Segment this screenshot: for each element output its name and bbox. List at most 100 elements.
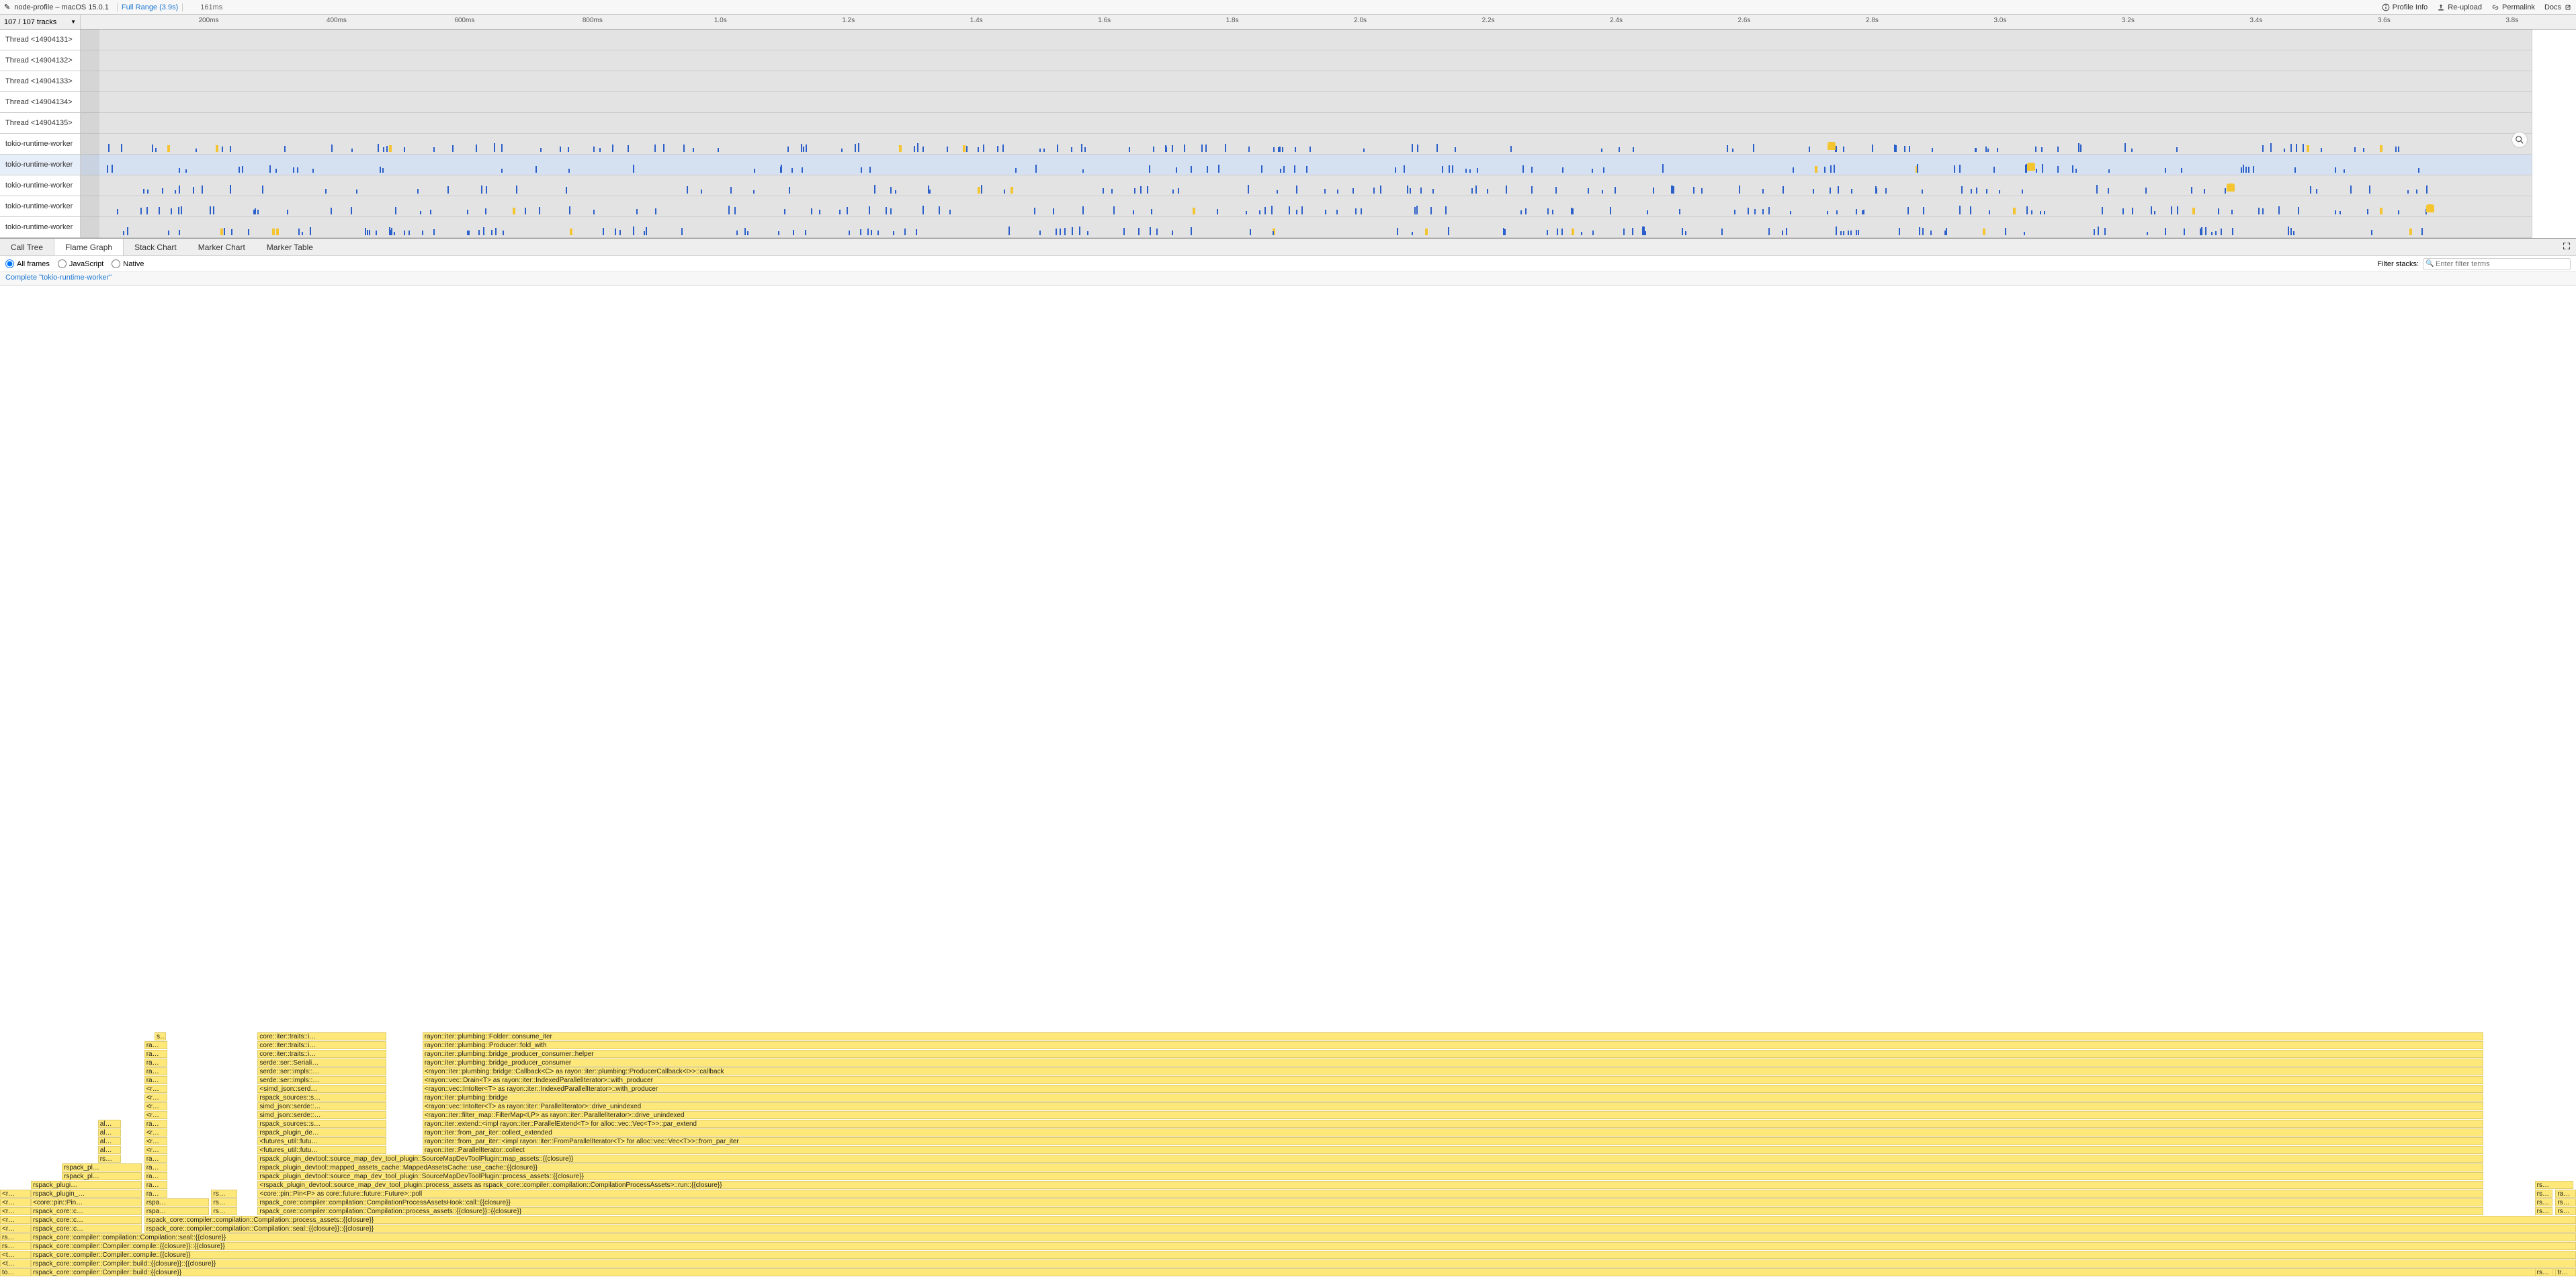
flame-frame[interactable]: ra…: [144, 1190, 168, 1198]
flame-frame[interactable]: rayon::iter::from_par_iter::<impl rayon:…: [423, 1137, 2483, 1145]
flame-frame[interactable]: <rayon::iter::plumbing::bridge::Callback…: [423, 1067, 2483, 1075]
flame-frame[interactable]: rspack_core::compiler::Compiler::build::…: [31, 1268, 2576, 1276]
flame-frame[interactable]: rayon::iter::ParallelIterator::collect: [423, 1146, 2483, 1154]
flame-frame[interactable]: <r…: [144, 1111, 168, 1119]
filter-javascript[interactable]: JavaScript: [58, 259, 103, 268]
flame-frame[interactable]: <r…: [0, 1225, 31, 1233]
flame-frame[interactable]: rspack_pl…: [62, 1163, 142, 1171]
filter-stacks-input[interactable]: [2423, 258, 2571, 270]
flame-frame[interactable]: <rayon::vec::Drain<T> as rayon::iter::In…: [423, 1076, 2483, 1084]
flame-frame[interactable]: ra…: [144, 1181, 168, 1189]
flame-frame[interactable]: ra…: [144, 1059, 168, 1067]
flame-frame[interactable]: rayon::iter::plumbing::bridge: [423, 1094, 2483, 1102]
flame-frame[interactable]: rs…: [0, 1242, 31, 1250]
track-lane[interactable]: [81, 113, 2576, 133]
flame-frame[interactable]: <r…: [144, 1128, 168, 1137]
timeline-track[interactable]: Thread <14904134>: [0, 92, 2576, 113]
flame-frame[interactable]: rayon::iter::extend::<impl rayon::iter::…: [423, 1120, 2483, 1128]
flame-frame[interactable]: rspack_plugin_devtool::mapped_assets_cac…: [257, 1163, 2483, 1171]
track-lane[interactable]: [81, 175, 2576, 196]
timeline-track[interactable]: Thread <14904133>: [0, 71, 2576, 92]
flame-frame[interactable]: rs…: [2535, 1181, 2574, 1189]
flame-frame[interactable]: ra…: [144, 1163, 168, 1171]
flame-frame[interactable]: st…: [155, 1032, 166, 1040]
track-name[interactable]: Thread <14904134>: [0, 92, 81, 112]
track-lane[interactable]: [81, 134, 2576, 154]
flame-frame[interactable]: <t…: [0, 1260, 31, 1268]
flame-frame[interactable]: rayon::iter::from_par_iter::collect_exte…: [423, 1128, 2483, 1137]
flame-frame[interactable]: core::iter::traits::i…: [257, 1050, 386, 1058]
reupload-button[interactable]: Re-upload: [2437, 3, 2482, 11]
flame-frame[interactable]: ra…: [2555, 1190, 2576, 1198]
flame-frame[interactable]: core::iter::traits::i…: [257, 1032, 386, 1040]
zoom-button[interactable]: [2511, 132, 2528, 148]
timeline-track[interactable]: tokio-runtime-worker: [0, 217, 2576, 238]
flame-frame[interactable]: <r…: [144, 1102, 168, 1110]
flame-frame[interactable]: rs…: [2535, 1207, 2553, 1215]
range-link[interactable]: Full Range (3.9s): [117, 3, 183, 11]
timeline-track[interactable]: Thread <14904132>: [0, 50, 2576, 71]
flame-frame[interactable]: al…: [98, 1146, 122, 1154]
track-name[interactable]: tokio-runtime-worker: [0, 217, 81, 237]
flame-frame[interactable]: rayon::iter::plumbing::bridge_producer_c…: [423, 1059, 2483, 1067]
flame-frame[interactable]: <r…: [0, 1207, 31, 1215]
bottom-tab-stack-chart[interactable]: Stack Chart: [124, 239, 187, 255]
flame-frame[interactable]: <core::pin::Pin…: [31, 1198, 142, 1206]
track-name[interactable]: tokio-runtime-worker: [0, 134, 81, 154]
filter-all-radio[interactable]: [5, 259, 14, 268]
flame-frame[interactable]: ra…: [144, 1041, 168, 1049]
flame-frame[interactable]: ra…: [144, 1120, 168, 1128]
flame-frame[interactable]: ra…: [144, 1067, 168, 1075]
flame-frame[interactable]: <r…: [144, 1085, 168, 1093]
flame-frame[interactable]: rspack_core::compiler::Compiler::compile…: [31, 1251, 2576, 1259]
flame-frame[interactable]: rspack_core::c…: [31, 1216, 142, 1224]
filter-native-radio[interactable]: [112, 259, 120, 268]
flame-graph[interactable]: st…core::iter::traits::i…rayon::iter::pl…: [0, 286, 2576, 1277]
flame-frame[interactable]: rspack_plugin_…: [31, 1190, 142, 1198]
filter-all-frames[interactable]: All frames: [5, 259, 50, 268]
flame-frame[interactable]: to…: [0, 1268, 31, 1276]
flame-frame[interactable]: simd_json::serde::…: [257, 1111, 386, 1119]
flame-frame[interactable]: rspack_core::c…: [31, 1225, 142, 1233]
flame-frame[interactable]: rs…: [98, 1155, 122, 1163]
flame-frame[interactable]: <r…: [144, 1094, 168, 1102]
track-name[interactable]: tokio-runtime-worker: [0, 155, 81, 175]
flame-frame[interactable]: rspack_plugi…: [31, 1181, 142, 1189]
flame-frame[interactable]: rspa…: [144, 1207, 209, 1215]
timeline-track[interactable]: Thread <14904131>: [0, 30, 2576, 50]
flame-frame[interactable]: <r…: [0, 1198, 31, 1206]
flame-frame[interactable]: serde::ser::impls::…: [257, 1076, 386, 1084]
tracks-count-dropdown[interactable]: 107 / 107 tracks ▼: [0, 15, 81, 29]
timeline-track[interactable]: tokio-runtime-worker: [0, 196, 2576, 217]
flame-frame[interactable]: <r…: [0, 1216, 31, 1224]
flame-frame[interactable]: rs…: [2555, 1198, 2576, 1206]
flame-frame[interactable]: <t…: [0, 1251, 31, 1259]
flame-frame[interactable]: core::iter::traits::i…: [257, 1041, 386, 1049]
timeline-ruler[interactable]: 200ms400ms600ms800ms1.0s1.2s1.4s1.6s1.8s…: [81, 15, 2576, 29]
flame-frame[interactable]: serde::ser::Seriali…: [257, 1059, 386, 1067]
track-name[interactable]: tokio-runtime-worker: [0, 196, 81, 216]
flame-frame[interactable]: rspack_core::compiler::Compiler::compile…: [31, 1242, 2576, 1250]
flame-crumb[interactable]: Complete "tokio-runtime-worker": [0, 272, 2576, 286]
flame-frame[interactable]: rspack_pl…: [62, 1172, 142, 1180]
track-lane[interactable]: [81, 92, 2576, 112]
flame-frame[interactable]: rs…: [2535, 1198, 2553, 1206]
timeline-track[interactable]: tokio-runtime-worker: [0, 175, 2576, 196]
flame-frame[interactable]: rs…: [211, 1207, 237, 1215]
flame-frame[interactable]: <r…: [144, 1146, 168, 1154]
flame-frame[interactable]: tr…: [2555, 1268, 2576, 1276]
track-lane[interactable]: [81, 50, 2576, 71]
flame-frame[interactable]: simd_json::serde::…: [257, 1102, 386, 1110]
flame-frame[interactable]: rspack_core::compiler::compilation::Comp…: [144, 1216, 2576, 1224]
docs-button[interactable]: Docs: [2544, 3, 2572, 11]
flame-frame[interactable]: rspack_plugin_de…: [257, 1128, 386, 1137]
flame-frame[interactable]: al…: [98, 1120, 122, 1128]
flame-frame[interactable]: rspack_plugin_devtool::source_map_dev_to…: [257, 1172, 2483, 1180]
flame-frame[interactable]: rayon::iter::plumbing::Folder::consume_i…: [423, 1032, 2483, 1040]
filter-native[interactable]: Native: [112, 259, 144, 268]
flame-frame[interactable]: ra…: [144, 1155, 168, 1163]
expand-panel-button[interactable]: [2557, 242, 2576, 252]
edit-icon[interactable]: ✎: [4, 3, 10, 11]
flame-frame[interactable]: al…: [98, 1137, 122, 1145]
flame-frame[interactable]: <rayon::vec::IntoIter<T> as rayon::iter:…: [423, 1085, 2483, 1093]
